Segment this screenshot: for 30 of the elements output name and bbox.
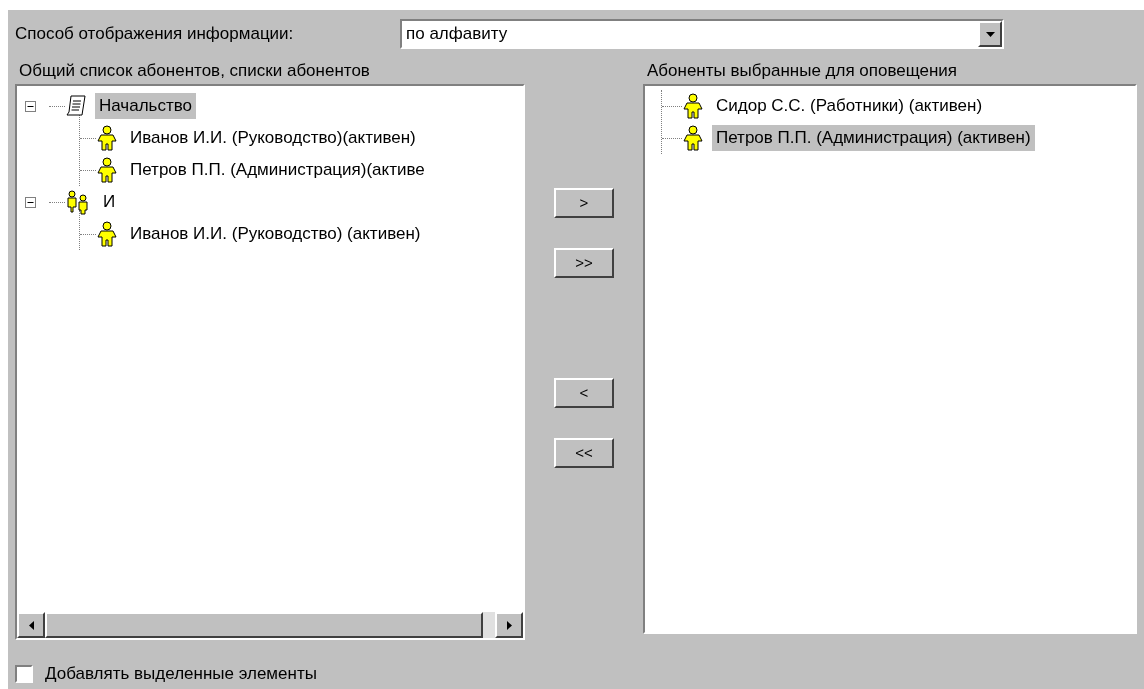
person-icon <box>682 125 704 151</box>
panel-title: Абоненты выбранные для оповещения <box>646 60 959 82</box>
checkbox[interactable] <box>15 665 33 683</box>
scroll-left-icon <box>28 620 34 630</box>
person-icon <box>96 157 118 183</box>
people-icon <box>65 189 91 215</box>
tree-item[interactable]: Петров П.П. (Администрация)(активе <box>126 157 429 183</box>
tree-item[interactable]: Начальство <box>95 93 197 119</box>
tree-item[interactable]: Иванов И.И. (Руководство)(активен) <box>126 125 420 151</box>
list-item[interactable]: Сидор С.С. (Работники) (активен) <box>712 93 987 119</box>
person-icon <box>96 125 118 151</box>
collapse-icon[interactable] <box>25 196 36 208</box>
scrollbar-track <box>483 612 495 638</box>
display-mode-dropdown[interactable]: по алфавиту <box>400 19 1004 49</box>
checkbox-label: Добавлять выделенные элементы <box>45 663 317 686</box>
panel-title: Общий список абонентов, списки абонентов <box>18 60 371 82</box>
scroll-right-icon <box>506 620 512 630</box>
tree-item[interactable]: И <box>99 189 120 215</box>
tree-item[interactable]: Иванов И.И. (Руководство) (активен) <box>126 221 425 247</box>
transfer-button[interactable]: >> <box>554 248 614 278</box>
scroll-list-icon <box>65 94 87 118</box>
collapse-icon[interactable] <box>25 100 36 112</box>
transfer-button[interactable]: > <box>554 188 614 218</box>
person-icon <box>96 221 118 247</box>
display-mode-label: Способ отображения информации: <box>15 23 295 46</box>
person-icon <box>682 93 704 119</box>
list-item[interactable]: Петров П.П. (Администрация) (активен) <box>712 125 1035 151</box>
dropdown-arrow-icon <box>985 31 995 37</box>
transfer-button[interactable]: << <box>554 438 614 468</box>
transfer-button[interactable]: < <box>554 378 614 408</box>
